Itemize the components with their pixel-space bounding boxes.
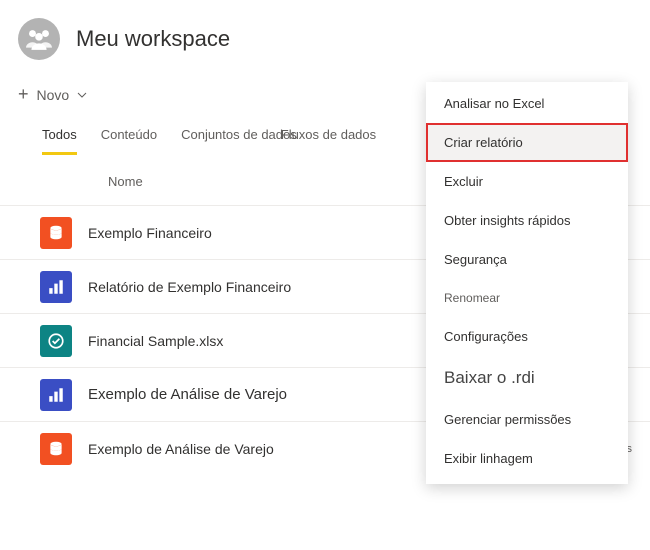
new-button[interactable]: + Novo — [18, 84, 87, 105]
new-button-label: Novo — [37, 87, 70, 103]
dataset-icon — [40, 217, 72, 249]
tab-all[interactable]: Todos — [42, 123, 77, 155]
menu-quick-insights[interactable]: Obter insights rápidos — [426, 201, 628, 240]
menu-view-lineage[interactable]: Exibir linhagem — [426, 439, 628, 478]
report-icon — [40, 379, 72, 411]
menu-manage-permissions[interactable]: Gerenciar permissões — [426, 400, 628, 439]
dataset-icon — [40, 433, 72, 465]
excel-icon — [40, 325, 72, 357]
tab-datasets[interactable]: Conjuntos de dados — [181, 123, 297, 155]
people-icon — [26, 28, 52, 50]
menu-delete[interactable]: Excluir — [426, 162, 628, 201]
workspace-avatar — [18, 18, 60, 60]
page-title: Meu workspace — [76, 26, 230, 52]
menu-security[interactable]: Segurança — [426, 240, 628, 279]
item-label[interactable]: Exemplo de Análise de Varejo — [88, 441, 420, 457]
tab-content[interactable]: Conteúdo — [101, 123, 157, 155]
workspace-header: Meu workspace — [0, 0, 650, 84]
plus-icon: + — [18, 84, 29, 105]
menu-create-report[interactable]: Criar relatório — [426, 123, 628, 162]
menu-rename[interactable]: Renomear — [426, 279, 628, 317]
menu-analyze-excel[interactable]: Analisar no Excel — [426, 84, 628, 123]
menu-download-rdi[interactable]: Baixar o .rdi — [426, 356, 628, 400]
chevron-down-icon — [77, 90, 87, 100]
context-menu: Analisar no Excel Criar relatório Exclui… — [426, 82, 628, 484]
tab-dataflows[interactable]: Fluxos de dados — [281, 123, 376, 155]
report-icon — [40, 271, 72, 303]
menu-settings[interactable]: Configurações — [426, 317, 628, 356]
